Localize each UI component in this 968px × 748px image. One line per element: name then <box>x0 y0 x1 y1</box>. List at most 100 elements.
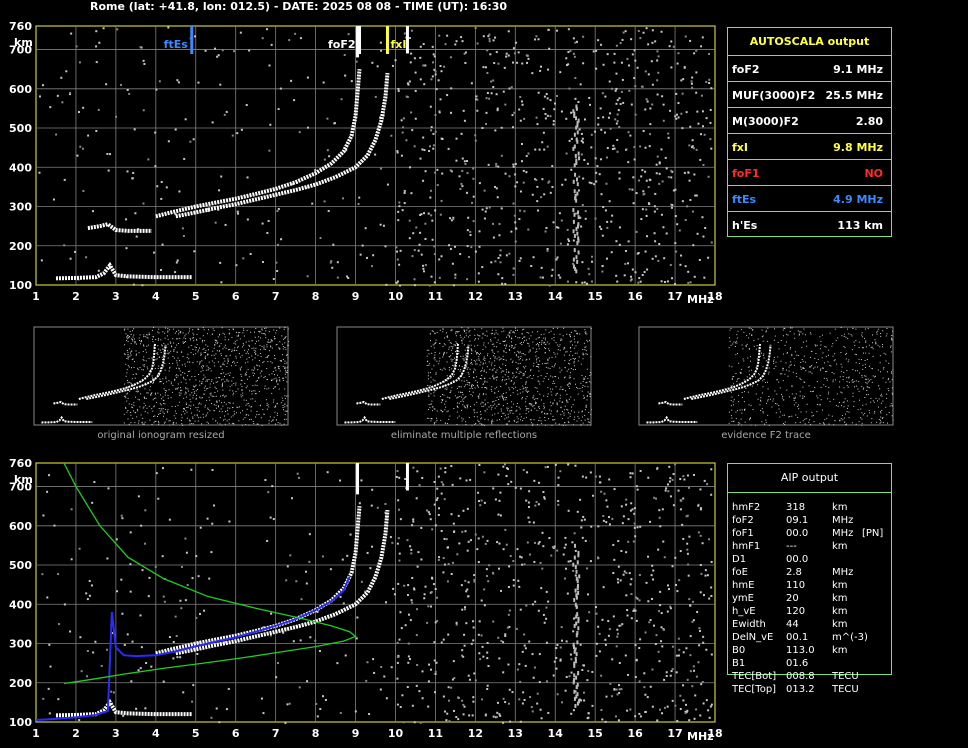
noise-dot <box>438 258 441 261</box>
noise-dot <box>472 195 475 198</box>
noise-dot <box>570 168 573 171</box>
noise-dot <box>695 148 698 151</box>
noise-dot <box>466 172 469 175</box>
noise-dot <box>646 100 649 103</box>
thumb-dot <box>248 376 250 378</box>
thumb-dot <box>126 340 128 342</box>
thumb-dot <box>554 353 556 355</box>
thumb-dot <box>135 354 137 356</box>
noise-dot <box>572 257 575 262</box>
noise-dot <box>526 471 529 474</box>
thumb-dot <box>755 424 757 426</box>
noise-dot <box>663 706 666 709</box>
noise-dot <box>598 475 601 478</box>
thumb-dot <box>517 393 519 395</box>
thumb-dot <box>231 336 233 338</box>
noise-dot <box>520 160 523 163</box>
thumb-dot <box>242 343 244 345</box>
noise-dot <box>374 153 377 156</box>
noise-dot <box>643 192 646 195</box>
noise-dot <box>366 661 369 664</box>
thumb-dot <box>810 356 812 358</box>
noise-dot <box>580 519 583 522</box>
thumb-dot <box>855 385 857 387</box>
noise-dot <box>645 208 648 211</box>
noise-dot <box>604 95 607 98</box>
thumb-dot <box>514 386 516 388</box>
thumb-dot <box>486 335 488 337</box>
thumb-dot <box>469 340 471 342</box>
thumb-dot <box>232 415 234 417</box>
thumb-dot <box>529 419 531 421</box>
thumb-dot <box>505 383 507 385</box>
noise-dot <box>431 238 434 241</box>
thumb-dot <box>480 370 482 372</box>
thumb-dot <box>474 350 476 352</box>
thumb-dot <box>577 360 579 362</box>
thumb-dot <box>551 424 553 426</box>
thumb-dot <box>553 352 555 354</box>
noise-dot <box>193 250 196 253</box>
noise-dot <box>457 514 460 517</box>
thumb-dot <box>126 411 128 413</box>
thumb-dot <box>482 394 484 396</box>
x-tick-label: 9 <box>352 727 360 740</box>
noise-dot <box>349 533 352 536</box>
thumb-dot <box>243 335 245 337</box>
thumb-dot <box>143 406 145 408</box>
thumb-dot <box>733 341 735 343</box>
thumb-dot <box>285 337 287 339</box>
thumb-dot <box>246 374 248 376</box>
thumb-dot <box>582 422 584 424</box>
noise-dot <box>684 265 687 268</box>
noise-dot <box>704 574 707 577</box>
noise-dot <box>155 88 158 91</box>
thumb-dot <box>568 359 570 361</box>
noise-dot <box>448 244 451 247</box>
thumb-dot <box>154 415 156 417</box>
noise-dot <box>611 517 614 520</box>
noise-dot <box>591 255 594 258</box>
thumb-dot <box>262 409 264 411</box>
thumb-dot <box>265 330 267 332</box>
thumb-dot <box>483 342 485 344</box>
thumb-dot <box>761 421 763 423</box>
thumb-dot <box>426 355 428 357</box>
thumb-dot <box>494 356 496 358</box>
noise-dot <box>442 557 445 560</box>
thumb-dot <box>798 408 800 410</box>
thumb-dot <box>189 337 191 339</box>
thumb-dot <box>506 336 508 338</box>
thumb-dot <box>448 419 450 421</box>
thumb-dot <box>228 380 230 382</box>
thumb-dot <box>123 413 125 415</box>
noise-dot <box>468 678 471 681</box>
noise-dot <box>452 522 455 525</box>
noise-dot <box>486 72 489 75</box>
thumb-dot <box>470 348 472 350</box>
noise-dot <box>708 597 711 600</box>
noise-dot <box>481 208 484 211</box>
noise-dot <box>396 470 399 473</box>
noise-dot <box>532 521 535 524</box>
thumb-dot <box>789 330 791 332</box>
noise-dot <box>189 140 192 143</box>
thumb-dot <box>284 395 286 397</box>
thumb-dot <box>147 412 149 414</box>
noise-dot <box>606 220 609 223</box>
thumb-dot <box>442 356 444 358</box>
thumb-dot <box>194 346 196 348</box>
thumb-dot <box>464 406 466 408</box>
thumb-dot <box>439 368 441 370</box>
noise-dot <box>672 473 675 476</box>
thumb-dot <box>576 332 578 334</box>
noise-dot <box>440 481 443 484</box>
thumb-dot <box>274 411 276 413</box>
noise-dot <box>537 503 540 506</box>
noise-dot <box>587 712 590 715</box>
thumb-dot <box>266 344 268 346</box>
thumb-dot <box>506 409 508 411</box>
thumb-dot <box>502 355 504 357</box>
thumb-dot <box>484 380 486 382</box>
noise-dot <box>500 154 503 157</box>
